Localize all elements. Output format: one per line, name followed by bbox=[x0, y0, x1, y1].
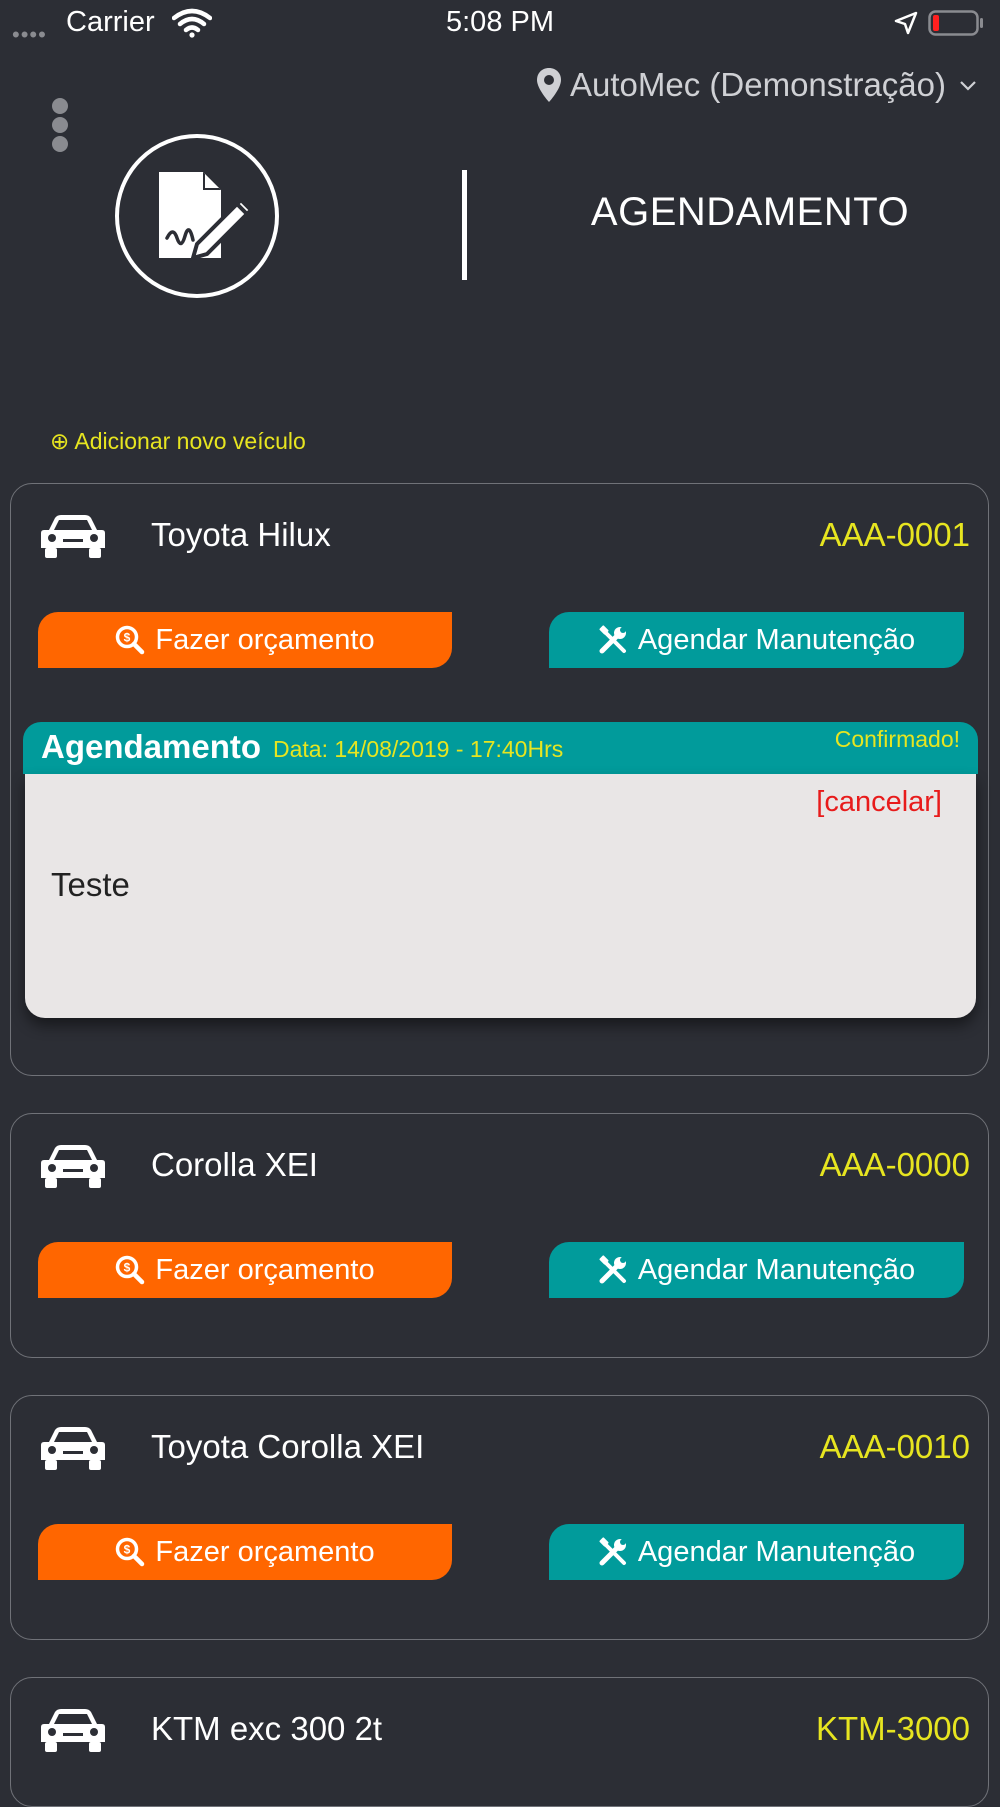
quote-button[interactable]: $ Fazer orçamento bbox=[38, 1524, 452, 1580]
cancel-appointment-link[interactable]: [cancelar] bbox=[816, 786, 942, 819]
schedule-maintenance-button[interactable]: Agendar Manutenção bbox=[549, 612, 964, 668]
location-selector[interactable]: AutoMec (Demonstração) bbox=[536, 66, 978, 104]
tools-icon bbox=[599, 1255, 626, 1284]
vehicle-card: Toyota Corolla XEI AAA-0010 $ Fazer orça… bbox=[10, 1395, 989, 1640]
vehicle-plate: AAA-0001 bbox=[819, 516, 970, 553]
vehicle-plate: KTM-3000 bbox=[815, 1710, 970, 1747]
svg-text:$: $ bbox=[124, 631, 131, 645]
vehicle-card: Toyota Hilux AAA-0001 $ Fazer orçamento … bbox=[10, 483, 989, 1076]
appointment-body: [cancelar] Teste bbox=[25, 774, 976, 1018]
schedule-button-label: Agendar Manutenção bbox=[637, 1535, 916, 1568]
chevron-down-icon bbox=[960, 81, 976, 91]
appointment-header: Agendamento Data: 14/08/2019 - 17:40Hrs … bbox=[23, 722, 978, 774]
tools-icon bbox=[599, 1537, 626, 1566]
vehicle-plate: AAA-0010 bbox=[819, 1428, 970, 1465]
kebab-menu-icon[interactable] bbox=[48, 98, 72, 154]
vehicle-card: Corolla XEI AAA-0000 $ Fazer orçamento A… bbox=[10, 1113, 989, 1358]
schedule-button-label: Agendar Manutenção bbox=[637, 1253, 916, 1286]
svg-text:$: $ bbox=[124, 1543, 131, 1557]
map-pin-icon bbox=[537, 68, 562, 102]
search-dollar-icon: $ bbox=[116, 625, 145, 655]
tools-icon bbox=[599, 625, 626, 654]
schedule-button-label: Agendar Manutenção bbox=[637, 623, 916, 656]
page-title: AGENDAMENTO bbox=[590, 190, 910, 234]
vehicle-plate: AAA-0000 bbox=[819, 1146, 970, 1183]
location-arrow-icon bbox=[894, 11, 918, 35]
vehicle-name: Toyota Corolla XEI bbox=[151, 1428, 425, 1465]
schedule-maintenance-button[interactable]: Agendar Manutenção bbox=[549, 1242, 964, 1298]
car-icon bbox=[41, 515, 105, 558]
location-name: AutoMec (Demonstração) bbox=[570, 66, 946, 103]
vehicle-name: Corolla XEI bbox=[151, 1146, 318, 1183]
appointment-status: Confirmado! bbox=[834, 726, 960, 752]
search-dollar-icon: $ bbox=[116, 1537, 145, 1567]
quote-button-label: Fazer orçamento bbox=[155, 623, 375, 656]
car-icon bbox=[41, 1709, 105, 1752]
car-icon bbox=[41, 1145, 105, 1188]
quote-button-label: Fazer orçamento bbox=[155, 1535, 375, 1568]
battery-icon bbox=[928, 10, 983, 36]
car-icon bbox=[41, 1427, 105, 1470]
vehicle-name: Toyota Hilux bbox=[151, 516, 331, 553]
add-vehicle-link[interactable]: ⊕ Adicionar novo veículo bbox=[50, 428, 306, 455]
appointment-title: Agendamento bbox=[41, 728, 262, 765]
vehicle-name: KTM exc 300 2t bbox=[151, 1710, 383, 1747]
status-bar: •••• Carrier 5:08 PM bbox=[0, 0, 1000, 47]
svg-text:$: $ bbox=[124, 1261, 131, 1275]
vehicle-card: KTM exc 300 2t KTM-3000 bbox=[10, 1677, 989, 1807]
clock: 5:08 PM bbox=[446, 6, 554, 38]
header-divider bbox=[462, 170, 467, 280]
quote-button[interactable]: $ Fazer orçamento bbox=[38, 1242, 452, 1298]
appointment-note: Teste bbox=[51, 866, 130, 903]
quote-button[interactable]: $ Fazer orçamento bbox=[38, 612, 452, 668]
quote-button-label: Fazer orçamento bbox=[155, 1253, 375, 1286]
document-sign-icon bbox=[115, 134, 279, 298]
appointment-date: Data: 14/08/2019 - 17:40Hrs bbox=[273, 736, 564, 762]
search-dollar-icon: $ bbox=[116, 1255, 145, 1285]
schedule-maintenance-button[interactable]: Agendar Manutenção bbox=[549, 1524, 964, 1580]
